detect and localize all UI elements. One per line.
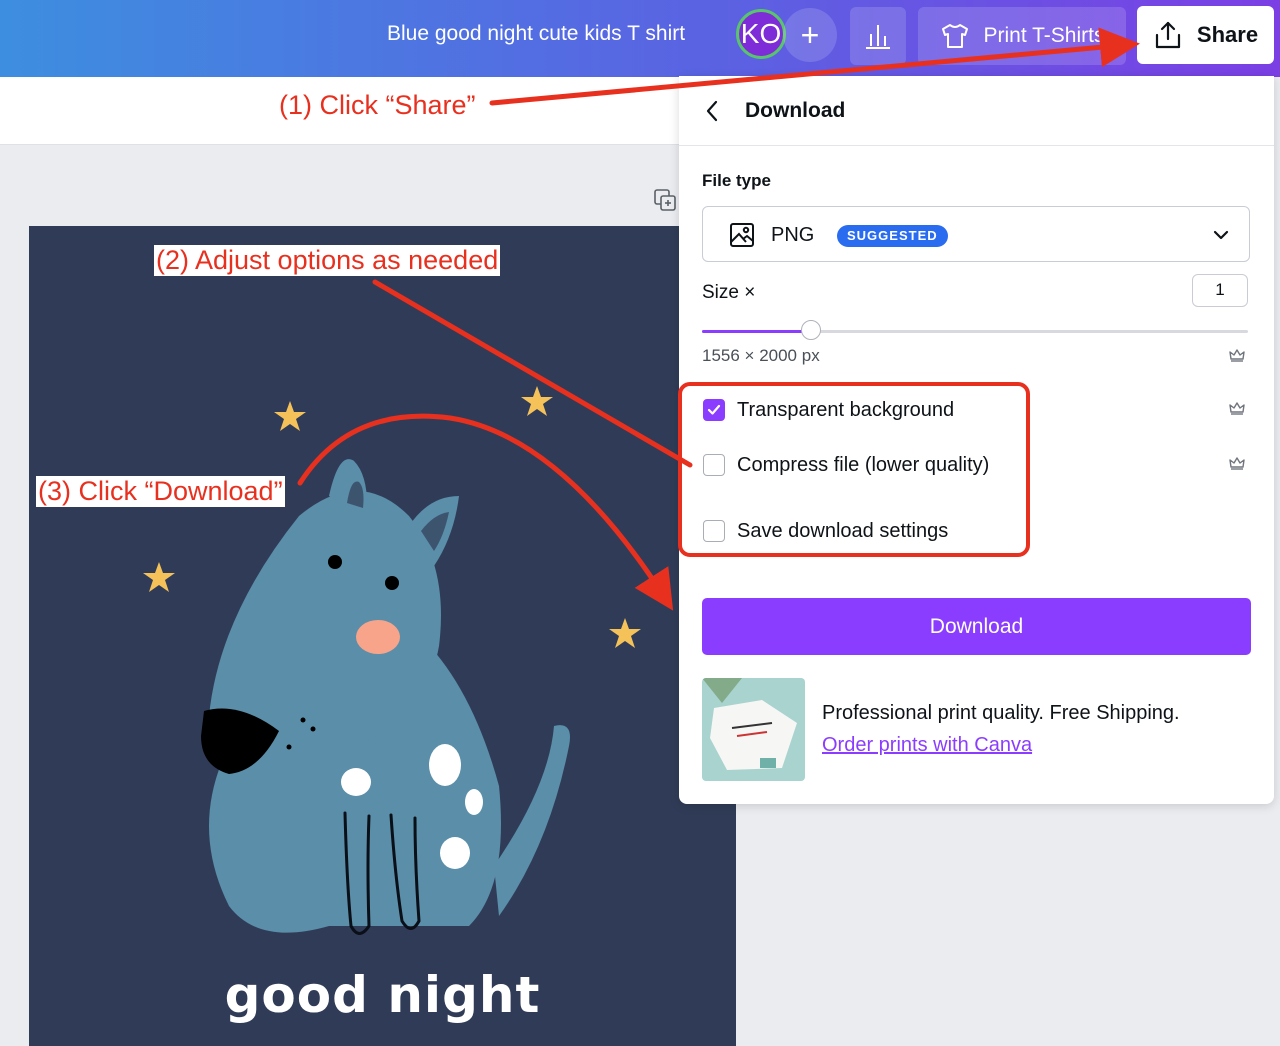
arrow-to-options (372, 279, 693, 468)
arrow-to-download (297, 413, 674, 611)
annotation-overlay (297, 27, 1140, 611)
arrow-to-share (489, 27, 1140, 106)
options-highlight-box (678, 382, 1030, 557)
annotation-step-1: (1) Click “Share” (279, 90, 476, 120)
annotation-step-2: (2) Adjust options as needed (154, 245, 501, 276)
annotation-step-3: (3) Click “Download” (36, 476, 285, 507)
